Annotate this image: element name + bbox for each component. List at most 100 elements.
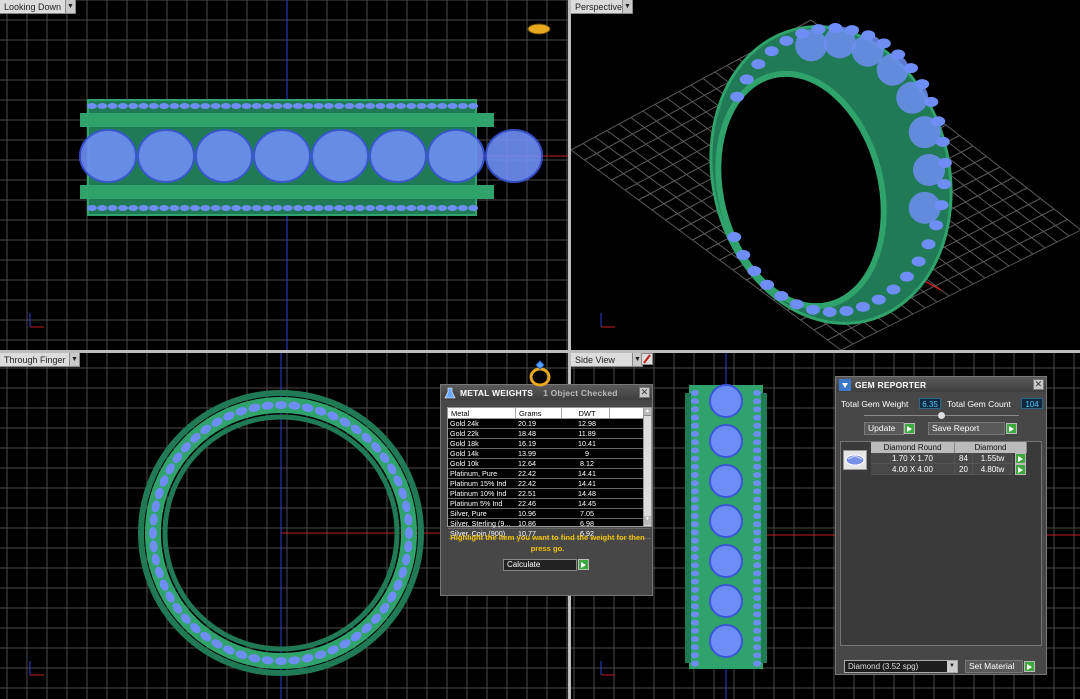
metal-weights-titlebar[interactable]: METAL WEIGHTS 1 Object Checked ✕: [441, 385, 652, 400]
small-gem: [691, 627, 699, 634]
small-gem: [751, 59, 766, 70]
set-material-go-icon[interactable]: [1024, 661, 1035, 672]
pin-icon[interactable]: [641, 353, 653, 365]
small-gem: [262, 103, 273, 109]
small-gem: [921, 239, 936, 250]
small-gem: [747, 266, 762, 277]
table-row[interactable]: Gold 18k 16.19 10.41: [448, 439, 651, 449]
small-gem: [753, 611, 761, 618]
table-row[interactable]: Silver, Sterling (9... 10.86 6.98: [448, 519, 651, 529]
table-cell: 16.19: [518, 439, 536, 448]
scroll-down-icon[interactable]: ▼: [644, 516, 651, 525]
small-gem: [210, 205, 221, 211]
small-gem: [691, 586, 699, 593]
small-gem: [416, 103, 427, 109]
table-cell: Gold 14k: [450, 449, 479, 458]
small-gem: [753, 554, 761, 560]
viewport-looking-down[interactable]: Looking Down ▼: [0, 0, 568, 350]
slider-handle[interactable]: [938, 412, 945, 419]
update-go-icon[interactable]: [904, 423, 915, 434]
table-cell: 12.98: [578, 419, 596, 428]
large-gem: [709, 544, 743, 578]
small-gem: [753, 521, 761, 528]
go-button[interactable]: [578, 559, 589, 570]
small-gem: [447, 103, 458, 109]
small-gem: [251, 103, 262, 109]
material-select[interactable]: Diamond (3.52 spg) ▼: [844, 660, 958, 673]
small-gem: [691, 578, 699, 585]
viewport-perspective[interactable]: Perspective ▼: [571, 0, 1080, 350]
gem-row-go-icon[interactable]: [1015, 453, 1026, 464]
table-row[interactable]: Platinum, Pure 22.42 14.41: [448, 469, 651, 479]
update-button[interactable]: Update: [864, 422, 904, 435]
viewport-tab-side-view[interactable]: Side View ▼: [571, 353, 643, 367]
table-row[interactable]: Platinum 15% Ind 22.42 14.41: [448, 479, 651, 489]
save-report-go-icon[interactable]: [1006, 423, 1017, 434]
small-gem: [148, 205, 159, 211]
band-edge-left: [685, 393, 691, 663]
viewport-tab-through-finger[interactable]: Through Finger ▼: [0, 353, 80, 367]
table-cell: Platinum 10% Ind: [450, 489, 507, 498]
table-row[interactable]: Gold 24k 20.19 12.98: [448, 419, 651, 429]
metal-weights-table[interactable]: Metal Grams DWT Gold 24k 20.19 12.98 Gold 2…: [447, 407, 652, 539]
table-row[interactable]: Gold 22k 18.48 11.89: [448, 429, 651, 439]
scroll-up-icon[interactable]: ▲: [644, 408, 651, 416]
viewport-tab-looking-down[interactable]: Looking Down ▼: [0, 0, 76, 14]
small-gem: [691, 455, 699, 462]
flask-icon: [444, 387, 456, 398]
small-gem: [354, 103, 365, 109]
table-row[interactable]: Gold 10k 12.64 8.12: [448, 459, 651, 469]
large-gem: [913, 154, 945, 186]
scrollbar[interactable]: ▲ ▼: [643, 408, 651, 526]
small-gem: [251, 205, 262, 211]
small-gem: [691, 545, 699, 552]
table-cell: Silver, Pure: [450, 509, 487, 518]
small-gem: [691, 398, 699, 405]
small-gem: [753, 480, 761, 487]
small-gem: [691, 504, 699, 511]
column-header[interactable]: Metal: [448, 408, 516, 418]
small-gem: [753, 390, 761, 396]
viewport-label: Perspective: [575, 1, 623, 12]
chevron-down-icon[interactable]: ▼: [947, 661, 957, 672]
gem-row-go-icon[interactable]: [1015, 464, 1026, 475]
large-gem: [709, 384, 743, 418]
small-gem: [691, 488, 699, 495]
column-header[interactable]: Grams: [516, 408, 562, 418]
table-cell: Platinum, Pure: [450, 469, 498, 478]
large-gem: [709, 584, 743, 618]
save-report-button[interactable]: Save Report: [928, 422, 1005, 435]
small-gem: [691, 390, 699, 396]
calculate-select[interactable]: Calculate: [503, 559, 577, 571]
ring-tool-icon[interactable]: [527, 359, 553, 387]
small-gem: [753, 414, 761, 421]
small-gem: [334, 205, 345, 211]
small-gem: [200, 205, 211, 211]
small-gem: [753, 537, 761, 544]
table-row[interactable]: Gold 14k 13.99 9: [448, 449, 651, 459]
chevron-down-icon[interactable]: ▼: [69, 353, 79, 366]
gem-reporter-titlebar[interactable]: GEM REPORTER ✕: [836, 377, 1046, 392]
table-row[interactable]: Silver, Pure 10.96 7.05: [448, 509, 651, 519]
small-gem: [313, 205, 324, 211]
small-gem: [303, 205, 314, 211]
small-gem: [753, 447, 761, 454]
close-icon[interactable]: ✕: [639, 387, 650, 398]
table-header: Metal Grams DWT: [448, 408, 651, 419]
column-header[interactable]: DWT: [562, 408, 610, 418]
small-gem: [354, 205, 365, 211]
chevron-down-icon[interactable]: ▼: [622, 0, 632, 13]
small-gem: [344, 205, 355, 211]
table-cell: 18.48: [518, 429, 536, 438]
small-gem: [220, 205, 231, 211]
viewport-tab-perspective[interactable]: Perspective ▼: [571, 0, 633, 14]
small-gem: [468, 205, 479, 211]
table-row[interactable]: Platinum 5% Ind 22.46 14.45: [448, 499, 651, 509]
small-gem: [760, 279, 775, 290]
gem-icon: [839, 378, 851, 391]
set-material-button[interactable]: Set Material: [965, 660, 1023, 673]
table-row[interactable]: Platinum 10% Ind 22.51 14.48: [448, 489, 651, 499]
small-gem: [753, 603, 761, 610]
chevron-down-icon[interactable]: ▼: [65, 0, 75, 13]
close-icon[interactable]: ✕: [1033, 379, 1044, 390]
